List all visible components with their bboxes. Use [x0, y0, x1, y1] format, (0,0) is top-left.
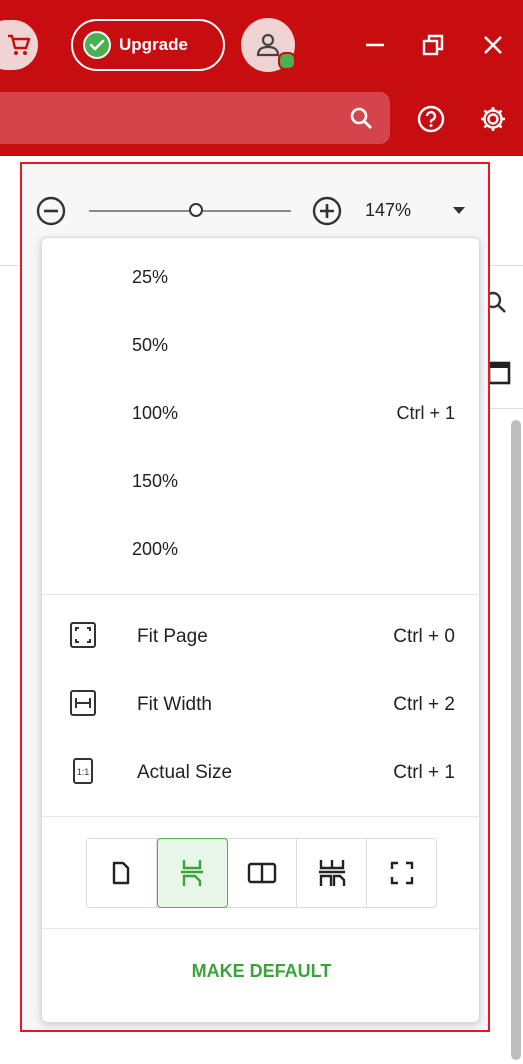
fullscreen-icon [390, 861, 413, 885]
two-page-scroll-icon [318, 860, 345, 886]
two-page-icon [247, 862, 277, 884]
continuous-scroll-mode-button[interactable] [156, 838, 228, 908]
help-icon[interactable] [416, 104, 446, 134]
divider [42, 928, 481, 929]
fit-page-option[interactable]: Fit Page Ctrl + 0 [42, 607, 481, 667]
zoom-out-icon[interactable] [35, 195, 67, 227]
menu-item-label: Fit Width [137, 694, 212, 715]
menu-item-label: 25% [132, 267, 169, 287]
upgrade-button[interactable]: Upgrade [71, 19, 225, 71]
close-button[interactable] [476, 30, 510, 60]
avatar[interactable] [241, 18, 296, 72]
fit-width-option[interactable]: Fit Width Ctrl + 2 [42, 675, 481, 735]
search-icon[interactable] [348, 105, 374, 131]
zoom-preset-50[interactable]: 50% [42, 315, 481, 375]
zoom-level[interactable]: 147% [365, 200, 411, 221]
cart-button[interactable] [0, 20, 38, 70]
cart-icon [8, 34, 31, 55]
view-mode-group [86, 838, 437, 908]
restore-icon [422, 34, 444, 56]
title-bar: Upgrade [0, 0, 523, 156]
menu-item-shortcut: Ctrl + 1 [396, 403, 455, 423]
scrollbar[interactable] [511, 420, 521, 1060]
search-bar[interactable] [0, 92, 390, 144]
minimize-button[interactable] [358, 30, 392, 60]
zoom-preset-200[interactable]: 200% [42, 519, 481, 579]
close-icon [484, 36, 502, 54]
zoom-in-icon[interactable] [311, 195, 343, 227]
menu-item-label: 100% [132, 403, 179, 423]
fit-page-icon [70, 622, 96, 648]
menu-item-label: 150% [132, 471, 179, 491]
zoom-preset-150[interactable]: 150% [42, 451, 481, 511]
divider [42, 816, 481, 817]
menu-item-label: Actual Size [137, 762, 233, 783]
settings-icon[interactable] [478, 104, 508, 134]
divider [42, 594, 481, 595]
zoom-slider-thumb[interactable] [189, 203, 204, 217]
menu-item-label: Fit Page [137, 626, 208, 647]
menu-item-shortcut: Ctrl + 0 [393, 626, 455, 647]
minimize-icon [366, 43, 384, 47]
menu-item-shortcut: Ctrl + 1 [393, 762, 455, 783]
two-page-scroll-mode-button[interactable] [297, 839, 368, 907]
single-page-mode-button[interactable] [87, 839, 157, 907]
make-default-button[interactable]: MAKE DEFAULT [42, 961, 481, 982]
online-status-dot [278, 52, 296, 70]
fullscreen-mode-button[interactable] [367, 839, 436, 907]
actual-size-icon: 1:1 [73, 758, 93, 784]
zoom-menu: 25% 50% 100% Ctrl + 1 150% 200% Fit Page… [41, 237, 481, 1023]
check-circle-icon [83, 31, 111, 59]
restore-button[interactable] [416, 30, 450, 60]
zoom-preset-25[interactable]: 25% [42, 247, 481, 307]
chevron-down-icon[interactable] [453, 207, 465, 214]
menu-item-shortcut: Ctrl + 2 [393, 694, 455, 715]
menu-item-label: 50% [132, 335, 169, 355]
actual-size-option[interactable]: 1:1 Actual Size Ctrl + 1 [42, 743, 481, 803]
menu-item-label: 200% [132, 539, 179, 559]
upgrade-label: Upgrade [119, 35, 188, 54]
fit-width-icon [70, 690, 96, 716]
zoom-preset-100[interactable]: 100% Ctrl + 1 [42, 383, 481, 443]
actual-size-icon-text: 1:1 [77, 767, 90, 777]
continuous-scroll-icon [181, 860, 204, 886]
zoom-control: 147% [35, 190, 475, 230]
single-page-icon [113, 861, 130, 885]
two-page-mode-button[interactable] [228, 839, 298, 907]
